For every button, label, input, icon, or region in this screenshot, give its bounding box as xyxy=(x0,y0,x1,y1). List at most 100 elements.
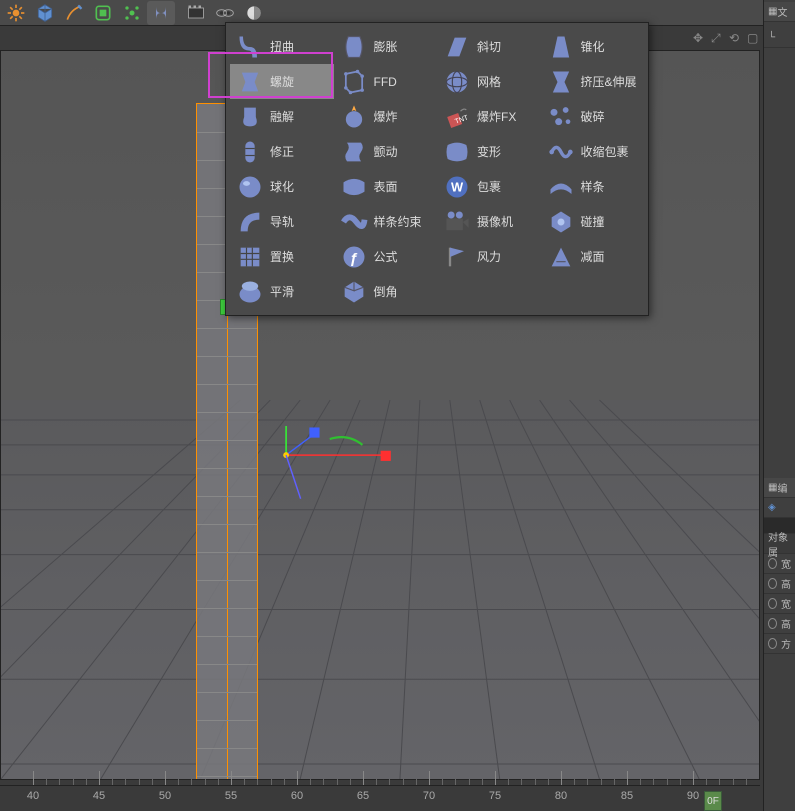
bend-icon xyxy=(236,33,264,61)
ruler-minor-tick xyxy=(548,779,549,785)
formula-icon: ƒ xyxy=(340,243,368,271)
vp-move-icon[interactable]: ✥ xyxy=(693,31,707,45)
ruler-minor-tick xyxy=(152,779,153,785)
deformer-smooth[interactable]: 平滑 xyxy=(230,274,334,309)
tool-film-icon[interactable] xyxy=(182,1,210,25)
deformer-label: FFD xyxy=(374,75,397,89)
vp-rotate-icon[interactable]: ⟲ xyxy=(729,31,743,45)
mesh-icon xyxy=(443,68,471,96)
deformer-decay[interactable]: 减面 xyxy=(541,239,645,274)
deformer-jiggle[interactable]: 颤动 xyxy=(334,134,438,169)
tool-cube-icon[interactable] xyxy=(31,1,59,25)
deformer-splinewrap[interactable]: 样条约束 xyxy=(334,204,438,239)
tool-pen-icon[interactable] xyxy=(60,1,88,25)
surface-icon xyxy=(340,173,368,201)
tool-shade-icon[interactable] xyxy=(240,1,268,25)
deformer-ffd[interactable]: FFD xyxy=(334,64,438,99)
ruler-minor-tick xyxy=(73,779,74,785)
bevel-icon xyxy=(340,278,368,306)
deformer-bulge[interactable]: 膨胀 xyxy=(334,29,438,64)
tool-gear-icon[interactable] xyxy=(2,1,30,25)
deformer-wind[interactable]: 风力 xyxy=(437,239,541,274)
rp-radio-row[interactable]: 高 xyxy=(764,574,795,594)
deformer-collision[interactable]: 碰撞 xyxy=(541,204,645,239)
deformer-label: 风力 xyxy=(477,248,501,265)
vp-scale-icon[interactable]: ⤢ xyxy=(711,31,725,45)
ruler-minor-tick xyxy=(376,779,377,785)
deformer-label: 网格 xyxy=(477,73,501,90)
ruler-tick: 50 xyxy=(150,790,180,802)
rp-header: ▦ 文 xyxy=(764,2,795,22)
svg-text:ƒ: ƒ xyxy=(349,249,357,266)
ruler-minor-tick xyxy=(284,779,285,785)
deformer-label: 摄像机 xyxy=(477,213,513,230)
deformer-twist[interactable]: 螺旋 xyxy=(230,64,334,99)
deformer-squash[interactable]: 挤压&伸展 xyxy=(541,64,645,99)
deformer-spline[interactable]: 样条 xyxy=(541,169,645,204)
ruler-tick: 65 xyxy=(348,790,378,802)
deformer-wrap[interactable]: W 包裹 xyxy=(437,169,541,204)
deformer-surface[interactable]: 表面 xyxy=(334,169,438,204)
deformer-spherify[interactable]: 球化 xyxy=(230,169,334,204)
deformer-label: 锥化 xyxy=(581,38,605,55)
deformer-bevel[interactable]: 倒角 xyxy=(334,274,438,309)
ruler-minor-tick xyxy=(139,779,140,785)
rp-item[interactable]: ◈ xyxy=(764,498,795,518)
ruler-minor-tick xyxy=(218,779,219,785)
deformer-explosionfx[interactable]: TNT 爆炸FX xyxy=(437,99,541,134)
deformer-shear[interactable]: 斜切 xyxy=(437,29,541,64)
deformer-label: 导轨 xyxy=(270,213,294,230)
vp-frame-icon[interactable]: ▢ xyxy=(747,31,761,45)
ruler-minor-tick xyxy=(680,779,681,785)
deformer-label: 减面 xyxy=(581,248,605,265)
wrap-icon: W xyxy=(443,173,471,201)
deformer-displacer[interactable]: 置换 xyxy=(230,239,334,274)
deformer-shatter[interactable]: 破碎 xyxy=(541,99,645,134)
axis-gizmo[interactable] xyxy=(257,426,417,506)
timeline-ruler[interactable]: 0F 4045505560657075808590 xyxy=(0,785,760,811)
ruler-minor-tick xyxy=(508,779,509,785)
tool-cloner-icon[interactable] xyxy=(118,1,146,25)
twist-icon xyxy=(236,68,264,96)
rp-section-header: 对象属 xyxy=(764,534,795,554)
ruler-minor-tick xyxy=(706,779,707,785)
squash-icon xyxy=(547,68,575,96)
deformer-popup: 扭曲 螺旋 融解 修正 球化 导轨 置换 平滑 xyxy=(225,22,649,316)
tool-eye-icon[interactable] xyxy=(211,1,239,25)
deformer-taper[interactable]: 锥化 xyxy=(541,29,645,64)
deformer-morph[interactable]: 变形 xyxy=(437,134,541,169)
wind-icon xyxy=(443,243,471,271)
deformer-formula[interactable]: ƒ 公式 xyxy=(334,239,438,274)
tool-subdivision-icon[interactable] xyxy=(89,1,117,25)
ruler-minor-tick xyxy=(271,779,272,785)
ruler-minor-tick xyxy=(574,779,575,785)
ruler-minor-tick xyxy=(416,779,417,785)
ruler-minor-tick xyxy=(59,779,60,785)
ruler-minor-tick xyxy=(640,779,641,785)
deformer-label: 样条 xyxy=(581,178,605,195)
tool-deformer-icon[interactable] xyxy=(147,1,175,25)
deformer-bend[interactable]: 扭曲 xyxy=(230,29,334,64)
deformer-label: 修正 xyxy=(270,143,294,160)
deformer-label: 置换 xyxy=(270,248,294,265)
rp-label: 文 xyxy=(777,4,787,19)
deformer-camera[interactable]: 摄像机 xyxy=(437,204,541,239)
rp-item[interactable]: └ xyxy=(764,28,795,48)
correction-icon xyxy=(236,138,264,166)
deformer-correction[interactable]: 修正 xyxy=(230,134,334,169)
spherify-icon xyxy=(236,173,264,201)
ruler-minor-tick xyxy=(587,779,588,785)
ruler-minor-tick xyxy=(455,779,456,785)
rp-radio-row[interactable]: 宽 xyxy=(764,594,795,614)
deformer-splinerail[interactable]: 导轨 xyxy=(230,204,334,239)
ruler-minor-tick xyxy=(389,779,390,785)
deformer-explosion[interactable]: 爆炸 xyxy=(334,99,438,134)
rp-radio-row[interactable]: 方 xyxy=(764,634,795,654)
deformer-mesh[interactable]: 网格 xyxy=(437,64,541,99)
deformer-melt[interactable]: 融解 xyxy=(230,99,334,134)
deformer-shrinkwrap[interactable]: 收缩包裹 xyxy=(541,134,645,169)
rp-radio-row[interactable]: 高 xyxy=(764,614,795,634)
ruler-minor-tick xyxy=(653,779,654,785)
ruler-tick: 60 xyxy=(282,790,312,802)
decay-icon xyxy=(547,243,575,271)
